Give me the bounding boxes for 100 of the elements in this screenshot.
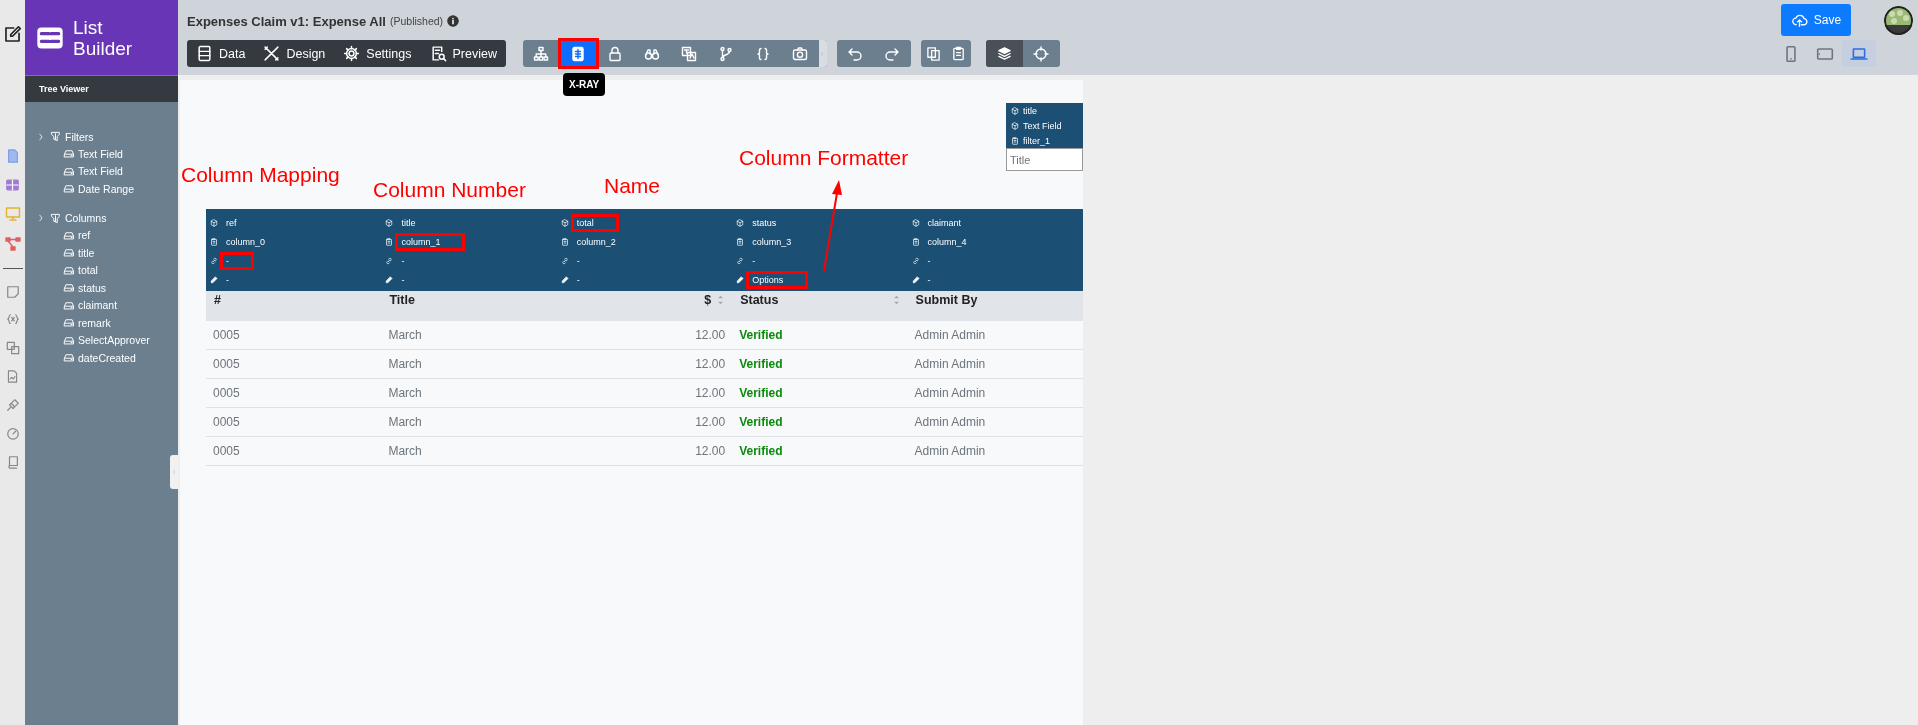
cube-icon xyxy=(385,218,394,227)
table-cell: 0005 xyxy=(213,357,240,371)
gear-icon xyxy=(343,45,361,62)
column-header[interactable]: Submit By xyxy=(915,293,978,307)
document-search-icon xyxy=(429,45,447,62)
camera-icon xyxy=(792,45,809,62)
lock-icon xyxy=(607,45,624,62)
tree-item[interactable]: SelectApprover xyxy=(78,334,150,347)
table-cell: Admin Admin xyxy=(914,328,986,342)
column-name: title xyxy=(400,216,417,229)
status-label: Verified xyxy=(739,444,783,458)
tree-item[interactable]: Date Range xyxy=(78,182,135,195)
column-mapping: - xyxy=(400,254,406,267)
drive-icon xyxy=(63,334,75,346)
tree-item[interactable]: Filters xyxy=(65,130,94,143)
status-label: Verified xyxy=(739,357,783,371)
mode-button[interactable]: Preview xyxy=(426,45,500,62)
save-button[interactable]: Save xyxy=(1781,4,1851,36)
layers-button[interactable] xyxy=(985,40,1023,67)
column-id: column_3 xyxy=(751,235,793,248)
drive-icon xyxy=(63,247,75,259)
clipboard-icon xyxy=(560,237,569,246)
table-cell: 12.00 xyxy=(695,386,726,400)
column-name: ref xyxy=(225,216,238,229)
input-field[interactable]: Title xyxy=(1006,148,1083,171)
clipboard-icon xyxy=(385,237,394,246)
pencil-icon xyxy=(560,275,569,284)
branch-icon xyxy=(718,45,735,62)
mode-button[interactable]: Settings xyxy=(340,45,415,62)
mode-button[interactable]: Design xyxy=(260,45,329,62)
column-formatter: - xyxy=(400,273,406,286)
xray-icon xyxy=(570,45,587,62)
filter-icon xyxy=(50,131,61,142)
note-icon xyxy=(5,285,20,299)
sitemap-icon xyxy=(533,45,550,62)
column-header[interactable]: $ xyxy=(704,293,712,307)
link-icon xyxy=(911,256,920,265)
link-icon xyxy=(210,256,218,265)
copy-icon xyxy=(925,46,941,61)
tree-item[interactable]: total xyxy=(78,264,98,277)
table-cell: March xyxy=(388,386,422,400)
annotation-label: Column Number xyxy=(373,178,526,202)
drive-icon xyxy=(63,282,75,294)
cube-icon xyxy=(911,218,920,227)
chevron-icon xyxy=(820,49,826,58)
toolbar-button[interactable] xyxy=(559,40,597,67)
translate-icon xyxy=(681,45,698,62)
column-mapping: - xyxy=(575,254,581,267)
tree-item[interactable]: ref xyxy=(78,229,91,242)
tree-item[interactable]: Text Field xyxy=(78,165,123,178)
tree-item[interactable]: claimant xyxy=(78,299,118,312)
status-label: Verified xyxy=(739,328,783,342)
ruler-pencil-icon xyxy=(263,45,281,62)
page-title: Expenses Claim v1: Expense All xyxy=(187,13,386,29)
document-icon xyxy=(5,148,20,164)
pencil-icon xyxy=(911,275,920,284)
mode-button[interactable]: Data xyxy=(193,45,249,62)
link-icon xyxy=(560,256,569,265)
column-formatter: - xyxy=(575,273,581,286)
status-label: Verified xyxy=(739,386,783,400)
plug-icon xyxy=(5,398,20,412)
table-cell: March xyxy=(388,444,422,458)
column-formatter: Options xyxy=(749,273,806,286)
column-mapping: - xyxy=(751,254,757,267)
column-header[interactable]: # xyxy=(214,293,221,307)
cloud-upload-icon xyxy=(1790,12,1808,28)
tree-item[interactable]: status xyxy=(78,281,106,294)
panel-title: Tree Viewer xyxy=(25,75,178,102)
monitor-icon xyxy=(4,206,21,222)
table-cell: 12.00 xyxy=(695,328,726,342)
link-icon xyxy=(385,256,394,265)
table-cell: March xyxy=(388,328,422,342)
table-cell: Admin Admin xyxy=(914,357,986,371)
scroll-icon xyxy=(5,454,20,470)
tree-item[interactable]: dateCreated xyxy=(78,351,136,364)
tree-item[interactable]: remark xyxy=(78,316,111,329)
column-header[interactable]: Status xyxy=(740,293,779,307)
publish-status: (Published) xyxy=(389,15,444,27)
cube-icon xyxy=(210,218,218,227)
tree-item[interactable]: Columns xyxy=(65,212,107,224)
tree-item[interactable]: Text Field xyxy=(78,147,123,160)
annotation-label: Column Mapping xyxy=(181,163,340,187)
table-cell: March xyxy=(388,357,422,371)
drive-icon xyxy=(63,317,75,329)
clipboard-icon xyxy=(210,237,218,246)
column-name: claimant xyxy=(926,216,963,229)
drive-icon xyxy=(63,148,75,160)
column-mapping: - xyxy=(223,254,251,267)
drive-icon xyxy=(63,183,75,195)
pencil-icon xyxy=(210,275,218,284)
tree-item[interactable]: title xyxy=(78,246,95,259)
column-header[interactable]: Title xyxy=(389,293,415,307)
variable-icon xyxy=(4,313,21,327)
collapse-handle[interactable] xyxy=(170,455,178,489)
table-cell: 12.00 xyxy=(695,444,726,458)
braces-icon xyxy=(755,45,772,62)
table-cell: 0005 xyxy=(213,328,240,342)
table-cell: Admin Admin xyxy=(914,386,986,400)
table-cell: 0005 xyxy=(213,444,240,458)
device-button[interactable] xyxy=(1842,40,1876,67)
